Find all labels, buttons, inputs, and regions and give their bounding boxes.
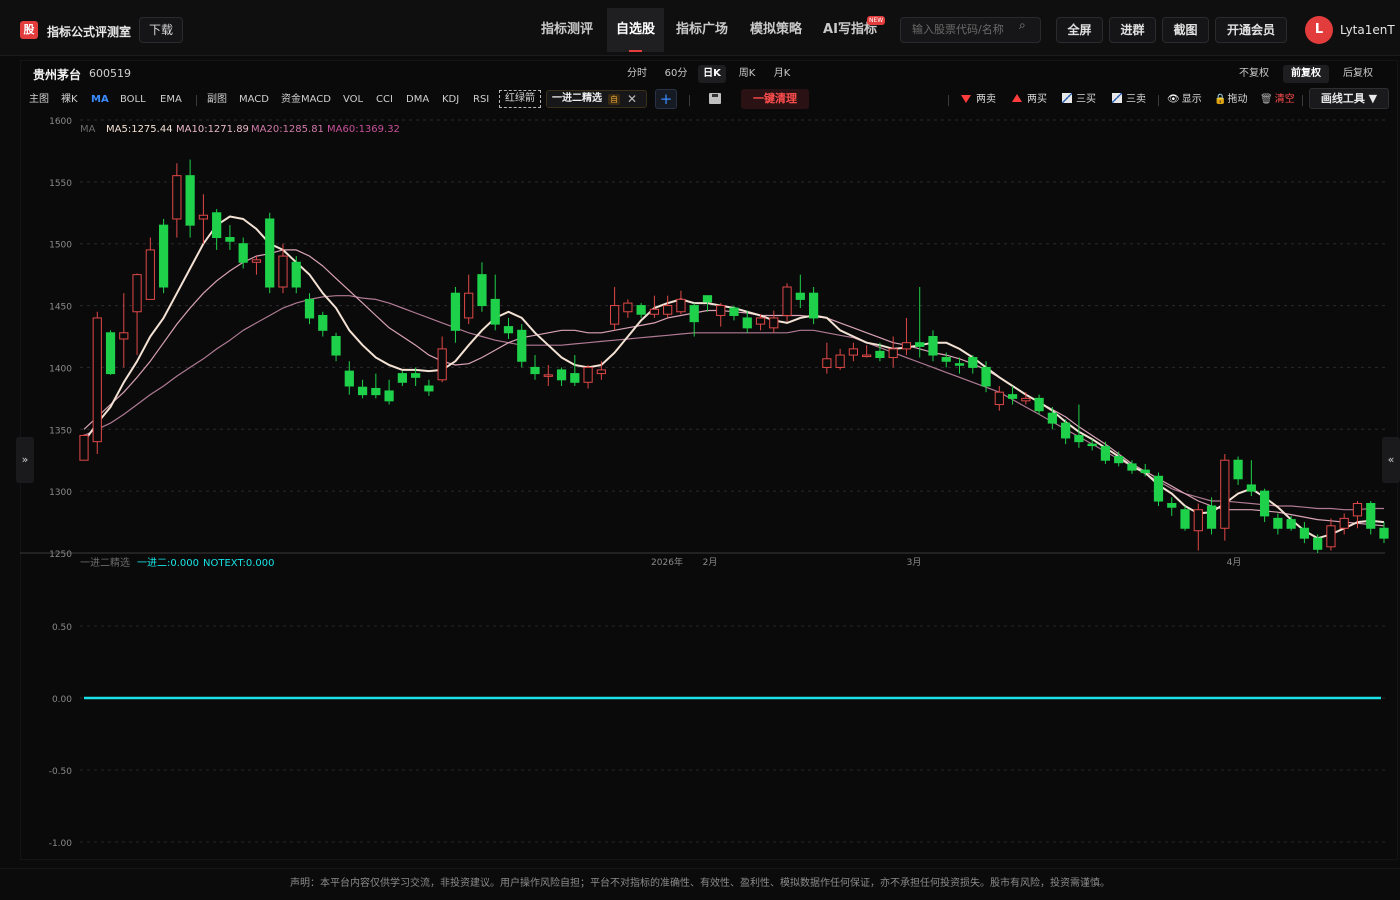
sell-triangle-icon <box>961 95 971 103</box>
app-title: 指标公式评测室 <box>47 25 132 39</box>
right-expand-tab[interactable]: « <box>1382 437 1400 483</box>
signal-two-sell[interactable]: 两卖 <box>961 92 996 108</box>
chart-line-icon <box>1062 93 1072 103</box>
close-icon[interactable]: ✕ <box>627 91 637 107</box>
search-icon[interactable]: ⌕ <box>1019 18 1026 33</box>
chart-line-icon <box>1112 93 1122 103</box>
indicator-ema[interactable]: EMA <box>160 92 182 108</box>
disclaimer-footer: 声明：本平台内容仅供学习交流，非投资建议。用户操作风险自担；平台不对指标的准确性… <box>0 868 1400 898</box>
adjust-none[interactable]: 不复权 <box>1233 65 1275 83</box>
indicator-fund-macd[interactable]: 资金MACD <box>281 92 331 108</box>
trash-icon: 🗑 <box>1260 94 1273 105</box>
show-label: 显示 <box>1181 94 1202 105</box>
download-button[interactable]: 下载 <box>139 17 183 43</box>
left-expand-tab[interactable]: » <box>16 437 34 483</box>
clear-label: 清空 <box>1274 94 1295 105</box>
indicator-dma[interactable]: DMA <box>406 92 429 108</box>
save-icon[interactable] <box>709 93 721 104</box>
chart-panel <box>20 60 1398 860</box>
indicator-vol[interactable]: VOL <box>343 92 363 108</box>
lock-icon: 🔒 <box>1214 94 1227 105</box>
one-click-clear-button[interactable]: 一键清理 <box>741 89 809 109</box>
nav-indicator-review[interactable]: 指标测评 <box>533 8 601 52</box>
toolbar-divider <box>689 95 690 106</box>
signal-two-sell-label: 两卖 <box>976 94 996 105</box>
screenshot-button[interactable]: 截图 <box>1162 17 1209 43</box>
top-bar: 股 指标公式评测室 下载 指标测评 自选股 指标广场 模拟策略 AI写指标 NE… <box>0 0 1400 56</box>
sub-chart-label: 副图 <box>207 94 227 105</box>
signal-three-buy[interactable]: 三买 <box>1062 92 1096 108</box>
new-badge: NEW <box>867 16 886 25</box>
indicator-red-green-arrow[interactable]: 红绿箭 <box>499 90 541 108</box>
stock-name: 贵州茅台 <box>33 68 82 82</box>
drag-toggle[interactable]: 🔒拖动 <box>1214 92 1247 108</box>
main-chart-label: 主图 <box>29 94 49 105</box>
drawing-tools-dropdown[interactable]: 画线工具 ▼ <box>1309 88 1389 109</box>
signal-two-buy[interactable]: 两买 <box>1012 92 1047 108</box>
nav-ai-write-indicator[interactable]: AI写指标 <box>818 8 882 52</box>
nav-watchlist[interactable]: 自选股 <box>607 8 664 52</box>
app-logo: 股 <box>20 21 38 39</box>
add-indicator-button[interactable]: + <box>655 89 677 109</box>
vip-membership-button[interactable]: 开通会员 <box>1215 17 1287 43</box>
signal-three-sell[interactable]: 三卖 <box>1112 92 1146 108</box>
self-tag: 自 <box>608 94 620 105</box>
adjust-forward[interactable]: 前复权 <box>1283 65 1329 83</box>
toolbar-divider <box>196 95 197 106</box>
indicator-kdj[interactable]: KDJ <box>442 92 459 108</box>
signal-two-buy-label: 两买 <box>1027 94 1047 105</box>
buy-triangle-icon <box>1012 94 1022 102</box>
username[interactable]: Lyta1enT <box>1340 23 1395 37</box>
indicator-rsi[interactable]: RSI <box>473 92 489 108</box>
period-monthly[interactable]: 月K <box>768 65 796 83</box>
toolbar-divider <box>1302 95 1303 106</box>
nav-simulated-strategy[interactable]: 模拟策略 <box>744 8 808 52</box>
selected-formula-label: 一进二精选 <box>552 93 602 104</box>
join-group-button[interactable]: 进群 <box>1109 17 1156 43</box>
fullscreen-button[interactable]: 全屏 <box>1056 17 1103 43</box>
clear-signals[interactable]: 🗑 清空 <box>1260 92 1295 108</box>
stock-code: 600519 <box>89 67 131 80</box>
show-toggle[interactable]: 👁 显示 <box>1167 92 1202 108</box>
toolbar-divider <box>1158 95 1159 106</box>
signal-three-sell-label: 三卖 <box>1126 94 1146 105</box>
toolbar-divider <box>948 95 949 106</box>
indicator-cci[interactable]: CCI <box>376 92 393 108</box>
indicator-ma[interactable]: MA <box>91 92 109 108</box>
signal-three-buy-label: 三买 <box>1076 94 1096 105</box>
nav-indicator-square[interactable]: 指标广场 <box>670 8 734 52</box>
adjust-backward[interactable]: 后复权 <box>1337 65 1379 83</box>
indicator-macd[interactable]: MACD <box>239 92 269 108</box>
indicator-naked-k[interactable]: 裸K <box>61 92 78 108</box>
period-60min[interactable]: 60分 <box>660 65 692 83</box>
drag-label: 拖动 <box>1227 94 1248 105</box>
period-daily[interactable]: 日K <box>698 65 726 83</box>
avatar[interactable]: L <box>1305 16 1333 44</box>
period-timeshare[interactable]: 分时 <box>622 65 652 83</box>
indicator-boll[interactable]: BOLL <box>120 92 146 108</box>
period-weekly[interactable]: 周K <box>733 65 761 83</box>
eye-icon: 👁 <box>1167 94 1180 105</box>
